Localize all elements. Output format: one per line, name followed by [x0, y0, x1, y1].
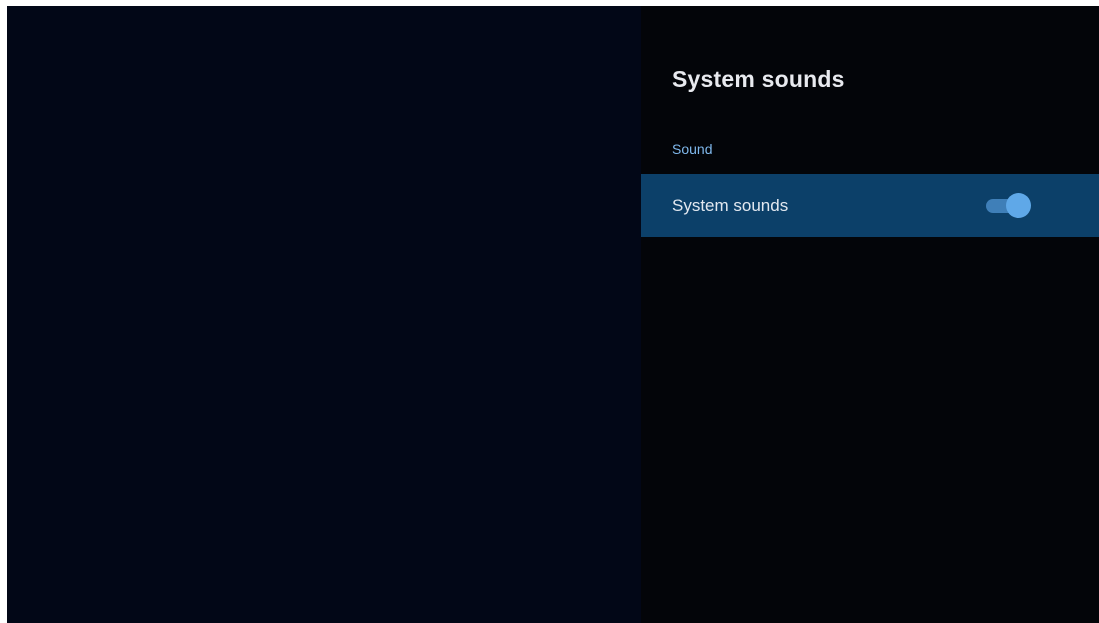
- section-header-sound: Sound: [672, 141, 713, 157]
- system-sounds-row[interactable]: System sounds: [641, 174, 1099, 237]
- tv-screen: System sounds Sound System sounds: [7, 6, 1099, 623]
- system-sounds-toggle[interactable]: [986, 193, 1031, 218]
- settings-panel: System sounds Sound System sounds: [641, 6, 1099, 623]
- system-sounds-label: System sounds: [672, 196, 789, 215]
- panel-title: System sounds: [672, 66, 845, 92]
- toggle-thumb: [1006, 193, 1031, 218]
- content-area: [7, 6, 641, 623]
